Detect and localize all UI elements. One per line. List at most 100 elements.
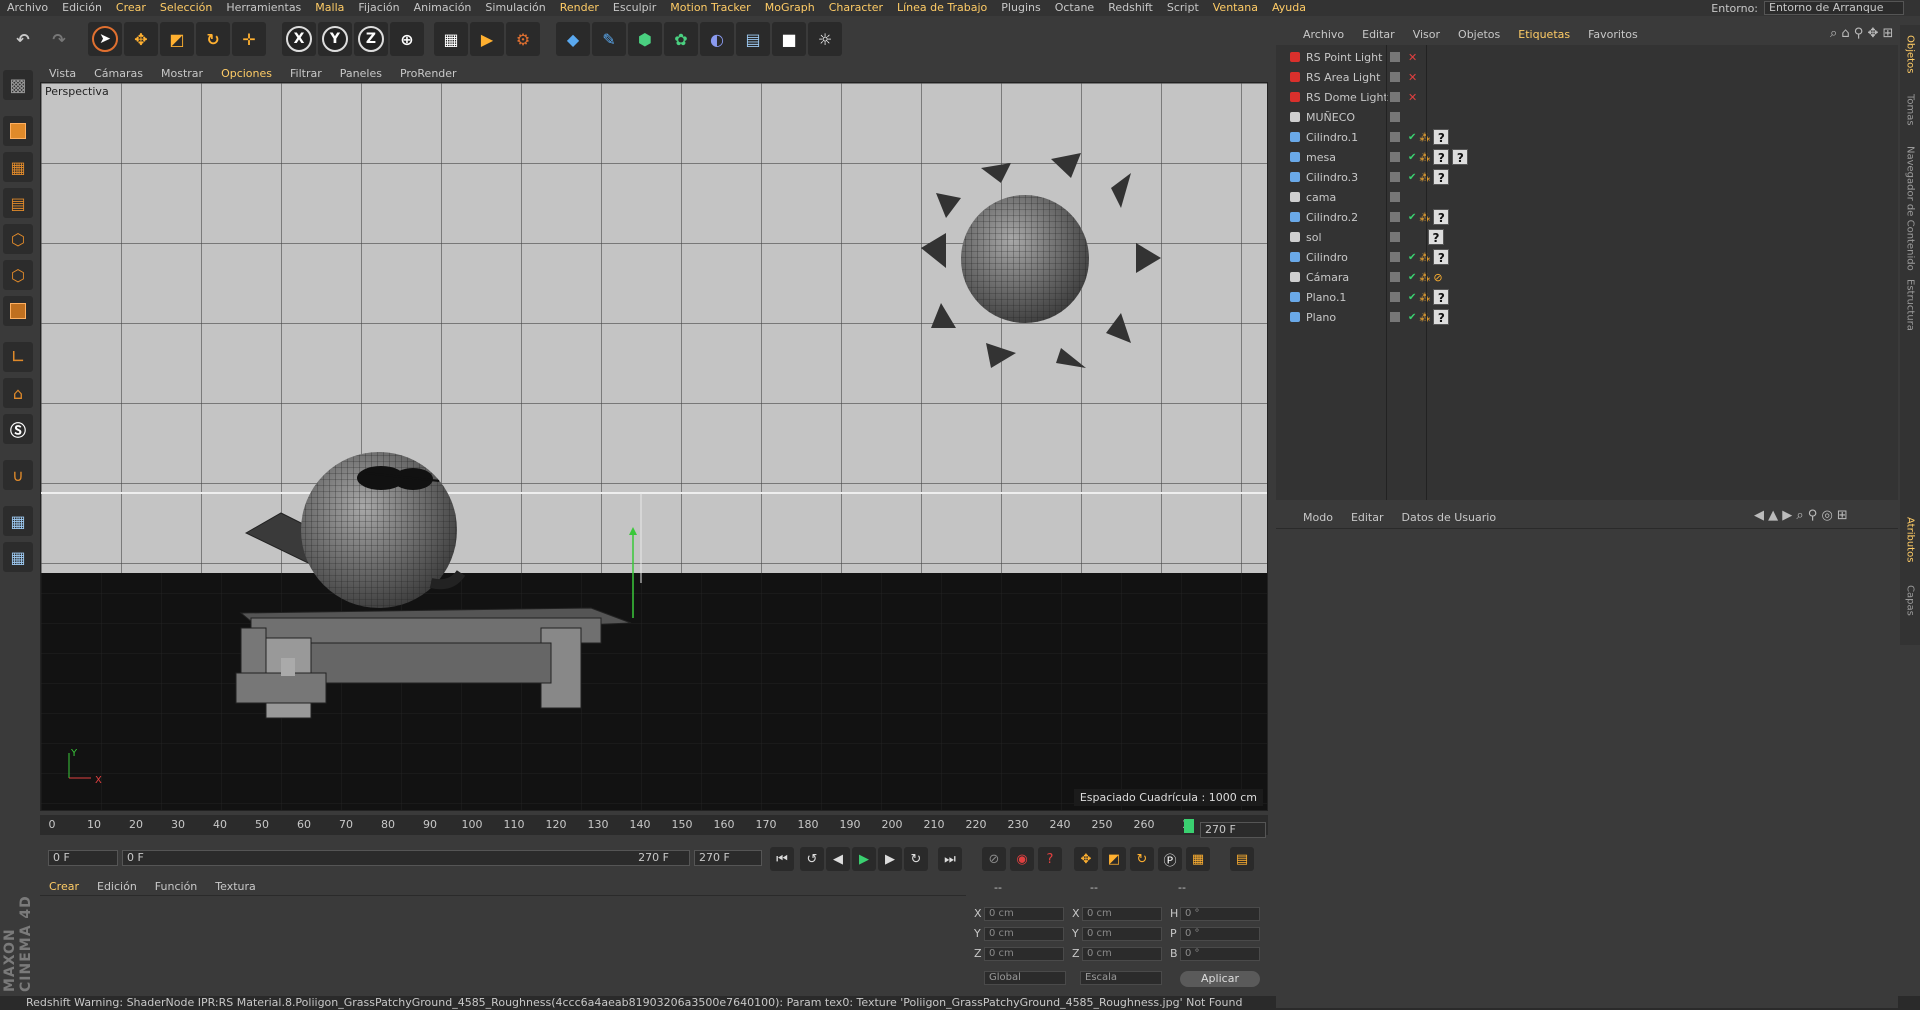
visibility-toggle-icon[interactable] (1390, 312, 1400, 322)
menu-plugins[interactable]: Plugins (994, 0, 1047, 16)
play-button[interactable]: ▶ (852, 847, 876, 871)
key-pla-button[interactable]: ▦ (1186, 847, 1210, 871)
material-tag-icon[interactable]: ⁂ (1419, 131, 1430, 144)
material-tab-textura[interactable]: Textura (206, 880, 264, 893)
object-row[interactable]: RS Area Light ✕ (1276, 67, 1898, 87)
object-name[interactable]: cama (1306, 191, 1336, 204)
visibility-toggle-icon[interactable] (1390, 232, 1400, 242)
object-name[interactable]: MUÑECO (1306, 111, 1355, 124)
visibility-toggle-icon[interactable] (1390, 132, 1400, 142)
object-row[interactable]: Cilindro ✔ ⁂? (1276, 247, 1898, 267)
unknown-tag-icon[interactable]: ? (1433, 169, 1450, 185)
object-row[interactable]: sol? (1276, 227, 1898, 247)
undo-button[interactable]: ↶ (6, 22, 40, 56)
viewport-menu-paneles[interactable]: Paneles (331, 67, 391, 80)
key-param-button[interactable]: Ⓟ (1158, 847, 1182, 871)
material-tab-edici-n[interactable]: Edición (88, 880, 146, 893)
move-tool-button[interactable]: ✥ (124, 22, 158, 56)
side-tab-capas[interactable]: Capas (1900, 575, 1920, 625)
next-frame-button[interactable]: ▶ (878, 847, 902, 871)
material-tab-crear[interactable]: Crear (40, 880, 88, 893)
camera-button[interactable]: ■ (772, 22, 806, 56)
visibility-toggle-icon[interactable] (1390, 72, 1400, 82)
check-icon[interactable]: ✔ (1408, 172, 1416, 183)
redo-button[interactable]: ↷ (42, 22, 76, 56)
points-mode-button[interactable]: ⬡ (3, 224, 33, 254)
viewport-menu-filtrar[interactable]: Filtrar (281, 67, 331, 80)
check-icon[interactable]: ✔ (1408, 252, 1416, 263)
unknown-tag-icon[interactable]: ? (1433, 309, 1450, 325)
unknown-tag-icon[interactable]: ? (1433, 209, 1450, 225)
unknown-tag-icon[interactable]: ? (1433, 149, 1450, 165)
coord-value-field[interactable]: 0 ° (1180, 907, 1260, 921)
visibility-toggle-icon[interactable] (1390, 152, 1400, 162)
menu-render[interactable]: Render (553, 0, 606, 16)
rotate-tool-button[interactable]: ↻ (196, 22, 230, 56)
menu-mograph[interactable]: MoGraph (758, 0, 822, 16)
menu-herramientas[interactable]: Herramientas (219, 0, 308, 16)
object-name[interactable]: sol (1306, 231, 1322, 244)
workplane-mode-button[interactable]: ▤ (3, 188, 33, 218)
material-tag-icon[interactable]: ⁂ (1419, 211, 1430, 224)
material-tag-icon[interactable]: ⁂ (1419, 311, 1430, 324)
max-frame-field[interactable]: 270 F (694, 850, 762, 866)
viewport[interactable]: Perspectiva Y X Espaciado Cuadrícula : 1… (40, 82, 1268, 811)
check-icon[interactable]: ✔ (1408, 152, 1416, 163)
scale-tool-button[interactable]: ◩ (160, 22, 194, 56)
coordinate-system-button[interactable]: ⊕ (390, 22, 424, 56)
object-manager-tools[interactable]: ⌕ ⌂ ⚲ ✥ ⊞ (1830, 26, 1893, 41)
x-axis-button[interactable]: X (282, 22, 316, 56)
object-row[interactable]: mesa ✔ ⁂?? (1276, 147, 1898, 167)
polygons-mode-button[interactable] (3, 296, 33, 326)
frame-range-slider[interactable]: 0 F 270 F (122, 850, 690, 866)
object-row[interactable]: Cilindro.2 ✔ ⁂? (1276, 207, 1898, 227)
goto-start-button[interactable]: ⏮ (770, 847, 794, 871)
object-name[interactable]: Plano (1306, 311, 1336, 324)
object-row[interactable]: Plano ✔ ⁂? (1276, 307, 1898, 327)
coord-value-field[interactable]: 0 ° (1180, 927, 1260, 941)
disabled-x-icon[interactable]: ✕ (1408, 71, 1417, 84)
tweak-mode-button[interactable]: ⌂ (3, 378, 33, 408)
render-view-button[interactable]: ▦ (434, 22, 468, 56)
start-frame-field[interactable]: 0 F (48, 850, 118, 866)
visibility-toggle-icon[interactable] (1390, 112, 1400, 122)
am-tab-editar[interactable]: Editar (1342, 511, 1393, 524)
object-row[interactable]: cama (1276, 187, 1898, 207)
object-name[interactable]: Cilindro.3 (1306, 171, 1358, 184)
visibility-toggle-icon[interactable] (1390, 92, 1400, 102)
menu-archivo[interactable]: Archivo (0, 0, 55, 16)
side-tab-tomas[interactable]: Tomas (1900, 85, 1920, 135)
disabled-x-icon[interactable]: ✕ (1408, 91, 1417, 104)
object-row[interactable]: Cámara ✔ ⁂ ⊘ (1276, 267, 1898, 287)
viewport-menu-opciones[interactable]: Opciones (212, 67, 281, 80)
make-editable-button[interactable]: ▩ (3, 70, 33, 100)
environment-dropdown[interactable]: Entorno de Arranque (1764, 1, 1904, 15)
material-tag-icon[interactable]: ⁂ (1419, 291, 1430, 304)
check-icon[interactable]: ✔ (1408, 212, 1416, 223)
render-picture-viewer-button[interactable]: ▶ (470, 22, 504, 56)
object-name[interactable]: Cilindro (1306, 251, 1348, 264)
am-tab-modo[interactable]: Modo (1294, 511, 1342, 524)
om-tab-visor[interactable]: Visor (1404, 28, 1449, 41)
apply-button[interactable]: Aplicar (1180, 971, 1260, 987)
key-scale-button[interactable]: ◩ (1102, 847, 1126, 871)
subdivision-button[interactable]: ⬢ (628, 22, 662, 56)
viewport-menu-vista[interactable]: Vista (40, 67, 85, 80)
coord-scale-dropdown[interactable]: Escala (1080, 971, 1162, 985)
menu-selecci-n[interactable]: Selección (153, 0, 219, 16)
object-row[interactable]: RS Point Light ✕ (1276, 47, 1898, 67)
object-name[interactable]: RS Area Light (1306, 71, 1380, 84)
object-name[interactable]: RS Dome Light (1306, 91, 1388, 104)
menu-ventana[interactable]: Ventana (1206, 0, 1265, 16)
coord-space-dropdown[interactable]: Global (984, 971, 1066, 985)
menu-character[interactable]: Character (822, 0, 890, 16)
am-tab-datos-de-usuario[interactable]: Datos de Usuario (1393, 511, 1506, 524)
live-select-button[interactable]: ✛ (232, 22, 266, 56)
object-name[interactable]: Cilindro.2 (1306, 211, 1358, 224)
y-axis-button[interactable]: Y (318, 22, 352, 56)
menu-l-nea-de-trabajo[interactable]: Línea de Trabajo (890, 0, 994, 16)
menu-malla[interactable]: Malla (308, 0, 351, 16)
magnet-button[interactable]: ∪ (3, 460, 33, 490)
deformer-button[interactable]: ◐ (700, 22, 734, 56)
cube-primitive-button[interactable]: ◆ (556, 22, 590, 56)
